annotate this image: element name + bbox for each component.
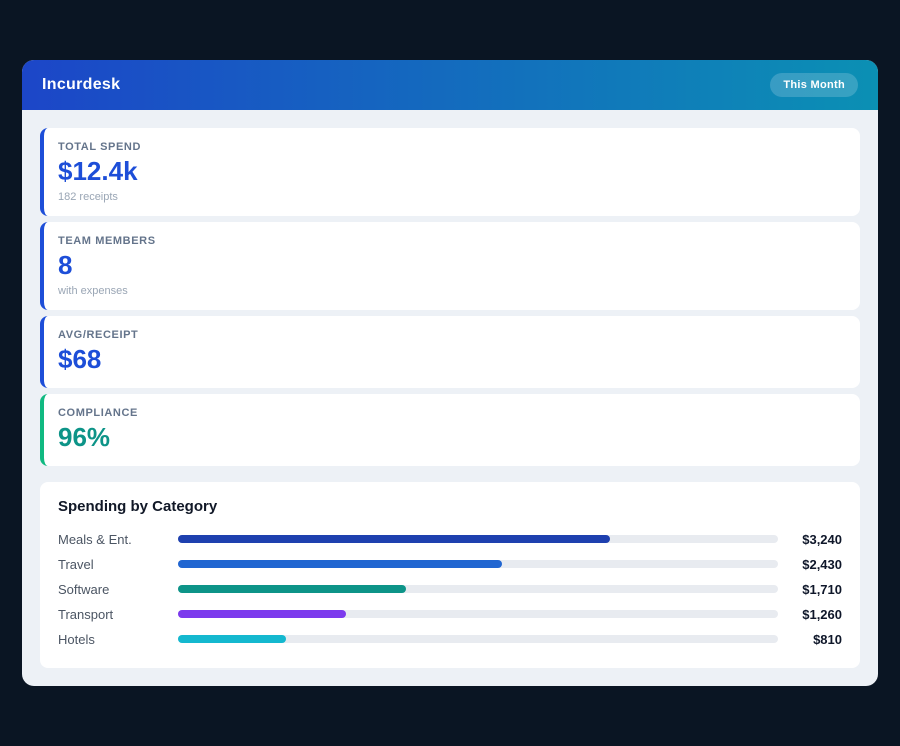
stat-label: TOTAL SPEND xyxy=(58,141,846,153)
dashboard-content: TOTAL SPEND $12.4k 182 receipts TEAM MEM… xyxy=(22,110,878,686)
category-row-travel: Travel $2,430 xyxy=(58,552,842,577)
period-badge[interactable]: This Month xyxy=(770,73,858,97)
bar-fill xyxy=(178,535,610,543)
category-row-meals: Meals & Ent. $3,240 xyxy=(58,527,842,552)
stat-value: 8 xyxy=(58,251,846,281)
stat-label: TEAM MEMBERS xyxy=(58,235,846,247)
category-label: Transport xyxy=(58,607,178,622)
stat-card-team-members: TEAM MEMBERS 8 with expenses xyxy=(40,222,860,310)
page-background: { "app": { "title": "Incurdesk", "period… xyxy=(0,0,900,746)
stat-value: $12.4k xyxy=(58,157,846,187)
bar-track xyxy=(178,610,778,618)
bar-track xyxy=(178,535,778,543)
category-label: Travel xyxy=(58,557,178,572)
bar-fill xyxy=(178,635,286,643)
spending-card-title: Spending by Category xyxy=(58,498,842,515)
amount-label: $1,710 xyxy=(778,582,842,597)
category-row-transport: Transport $1,260 xyxy=(58,602,842,627)
category-row-hotels: Hotels $810 xyxy=(58,627,842,652)
category-label: Meals & Ent. xyxy=(58,532,178,547)
bar-track xyxy=(178,585,778,593)
app-title: Incurdesk xyxy=(42,76,120,94)
spending-by-category-card: Spending by Category Meals & Ent. $3,240… xyxy=(40,482,860,668)
bar-fill xyxy=(178,610,346,618)
category-label: Hotels xyxy=(58,632,178,647)
stat-label: AVG/RECEIPT xyxy=(58,329,846,341)
stat-value: 96% xyxy=(58,423,846,453)
app-header: Incurdesk This Month xyxy=(22,60,878,110)
stat-subtext: 182 receipts xyxy=(58,191,846,203)
amount-label: $810 xyxy=(778,632,842,647)
stat-subtext: with expenses xyxy=(58,285,846,297)
bar-fill xyxy=(178,585,406,593)
app-card: Incurdesk This Month TOTAL SPEND $12.4k … xyxy=(22,60,878,686)
stat-card-compliance: COMPLIANCE 96% xyxy=(40,394,860,466)
amount-label: $2,430 xyxy=(778,557,842,572)
category-row-software: Software $1,710 xyxy=(58,577,842,602)
stat-label: COMPLIANCE xyxy=(58,407,846,419)
amount-label: $1,260 xyxy=(778,607,842,622)
bar-fill xyxy=(178,560,502,568)
stat-value: $68 xyxy=(58,345,846,375)
amount-label: $3,240 xyxy=(778,532,842,547)
category-label: Software xyxy=(58,582,178,597)
bar-track xyxy=(178,635,778,643)
stat-card-total-spend: TOTAL SPEND $12.4k 182 receipts xyxy=(40,128,860,216)
bar-track xyxy=(178,560,778,568)
stat-card-avg-receipt: AVG/RECEIPT $68 xyxy=(40,316,860,388)
